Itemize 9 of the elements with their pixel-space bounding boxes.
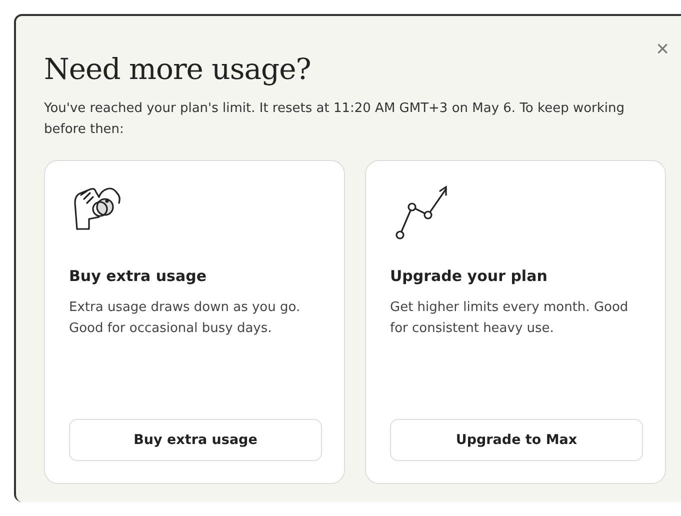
option-button[interactable]: Buy extra usage	[69, 419, 322, 461]
close-button[interactable]: ×	[652, 36, 673, 62]
dialog-message: You've reached your plan's limit. It resets at 11:20 AM GMT+3 on May 6. To keep working before then:	[44, 100, 626, 139]
option-title: Upgrade your plan	[390, 267, 548, 285]
option-button[interactable]: Upgrade to Max	[390, 419, 643, 461]
option-description: Get higher limits every month. Good for consistent heavy use.	[390, 299, 630, 338]
option-description: Extra usage draws down as you go. Good for occasional busy days.	[69, 299, 302, 338]
option-title: Buy extra usage	[69, 267, 208, 285]
dialog-title: Need more usage?	[44, 52, 312, 86]
